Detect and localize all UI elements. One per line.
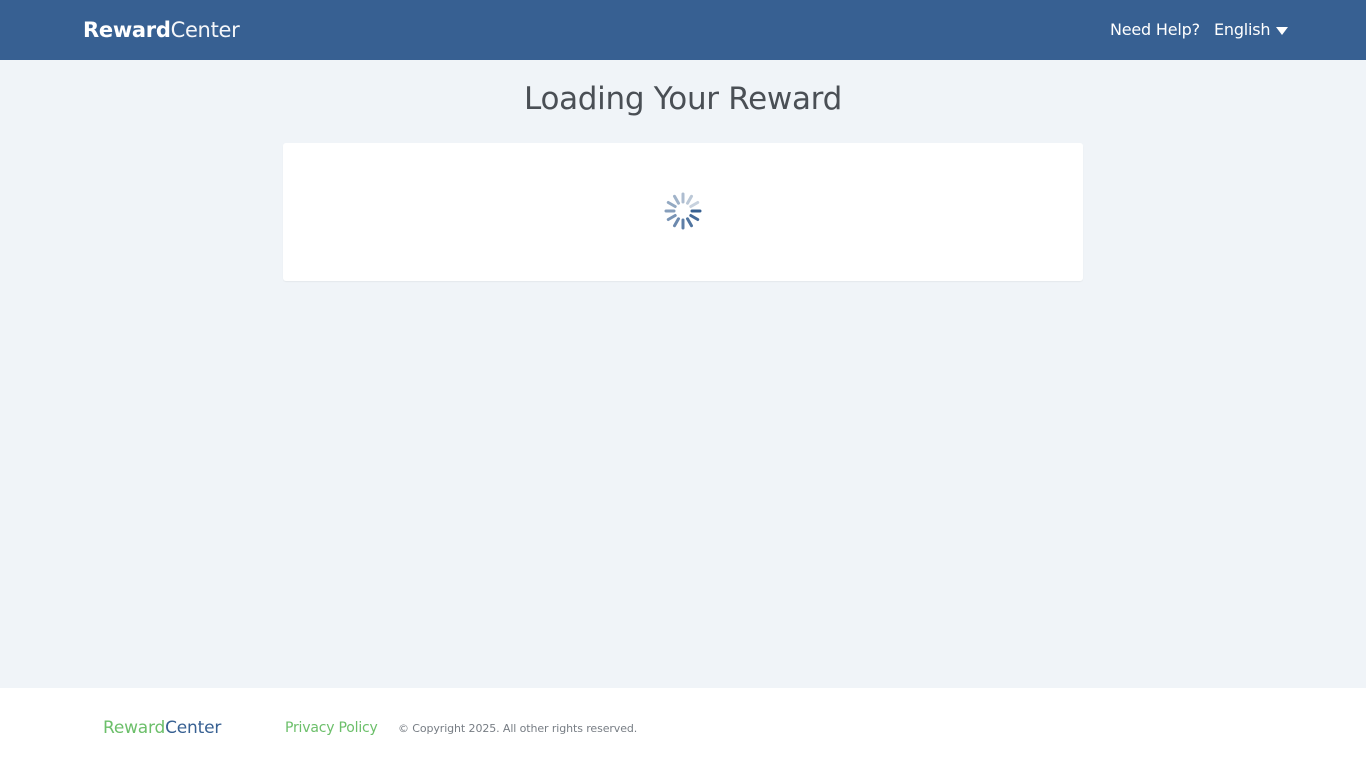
reward-center-logo[interactable]: RewardCenter (83, 16, 240, 44)
language-label: English (1214, 20, 1271, 39)
need-help-link[interactable]: Need Help? (1110, 20, 1200, 40)
spinner-spoke (673, 217, 680, 228)
loading-card (283, 143, 1083, 281)
footer-logo[interactable]: RewardCenter (103, 717, 221, 739)
spinner-spoke (666, 201, 677, 209)
spinner-spoke (666, 214, 677, 221)
copyright-text: © Copyright 2025. All other rights reser… (398, 722, 638, 735)
spinner-spoke (689, 214, 700, 221)
spinner-spoke (686, 194, 693, 205)
spinner-spoke (689, 201, 700, 208)
caret-down-icon (1276, 26, 1289, 35)
spinner-spoke (673, 194, 680, 205)
page-title: Loading Your Reward (524, 81, 842, 117)
logo-bold-text: Reward (83, 18, 171, 42)
logo-light-text: Center (170, 18, 240, 42)
spinner-spoke (686, 217, 693, 228)
top-header: RewardCenter Need Help? English (0, 0, 1366, 60)
privacy-policy-link[interactable]: Privacy Policy (285, 718, 378, 738)
language-dropdown[interactable]: English (1214, 20, 1289, 40)
footer: RewardCenter Privacy Policy © Copyright … (0, 688, 1366, 768)
footer-logo-blue-text: Center (165, 718, 222, 738)
footer-logo-green-text: Reward (103, 718, 166, 738)
loading-spinner-icon (664, 192, 702, 230)
